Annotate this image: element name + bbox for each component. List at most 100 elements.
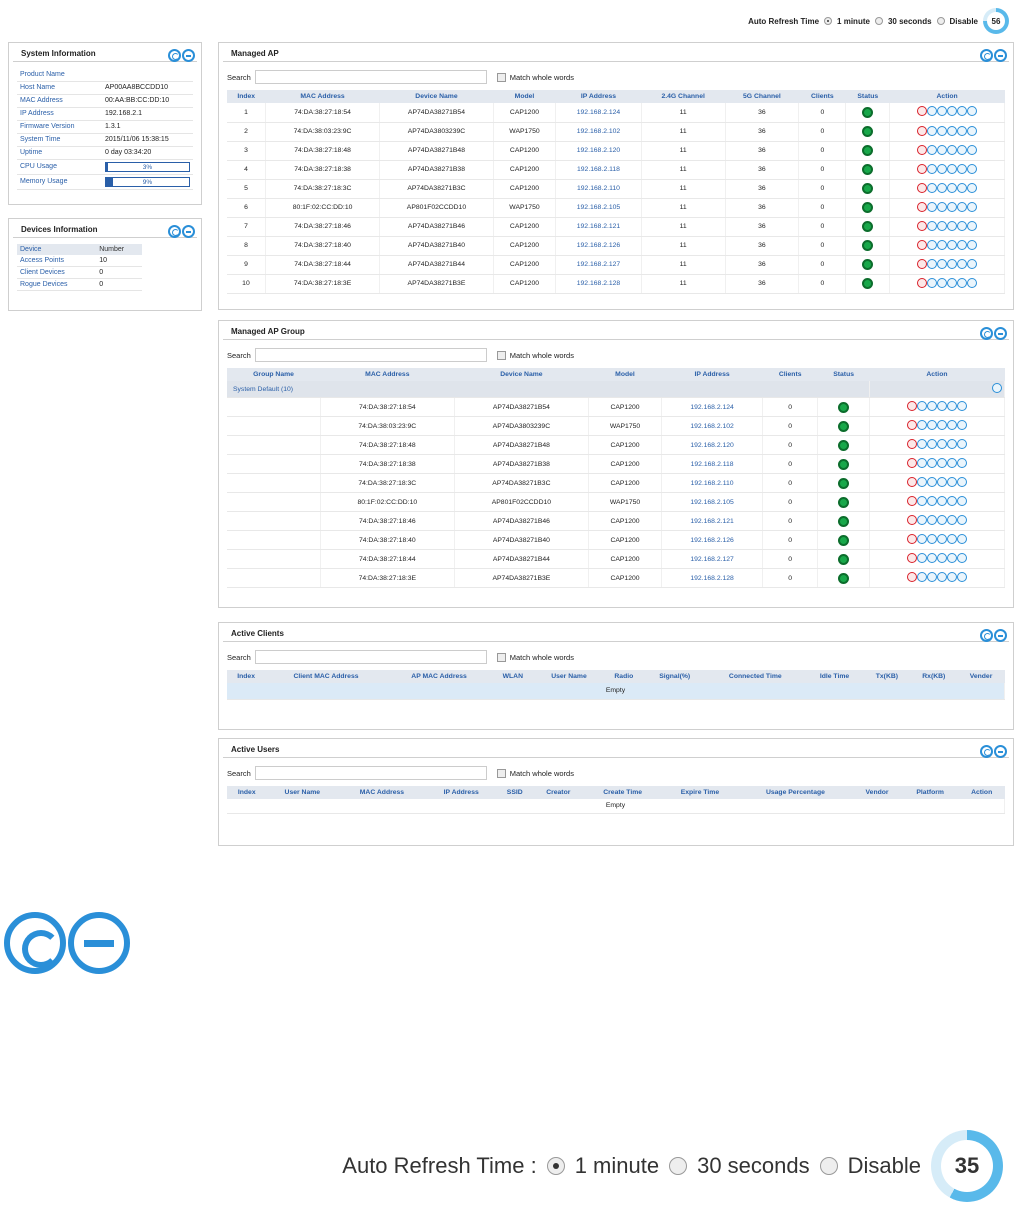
column-header[interactable]: Vendor xyxy=(852,786,902,799)
reboot-icon[interactable] xyxy=(947,258,958,269)
config-icon[interactable] xyxy=(937,239,948,250)
delete-icon[interactable] xyxy=(906,401,917,411)
config-icon[interactable] xyxy=(937,163,948,174)
ip-address-link[interactable]: 192.168.2.128 xyxy=(661,568,763,588)
config-icon[interactable] xyxy=(937,182,948,193)
delete-icon[interactable] xyxy=(906,458,917,468)
column-header[interactable]: IP Address xyxy=(661,368,763,381)
refresh-1min-radio[interactable] xyxy=(546,1157,565,1175)
search-input[interactable] xyxy=(254,766,487,780)
upgrade-icon[interactable] xyxy=(956,496,967,506)
table-row[interactable]: 74:DA:38:03:23:9C AP74DA3803239C WAP1750 19… xyxy=(227,416,1006,436)
delete-icon[interactable] xyxy=(906,534,917,544)
column-header[interactable]: Client MAC Address xyxy=(265,670,387,683)
column-header[interactable]: Index xyxy=(227,90,266,103)
locate-icon[interactable] xyxy=(957,239,968,250)
group-name[interactable]: System Default (10) xyxy=(227,381,870,398)
refresh-icon[interactable] xyxy=(168,49,181,62)
config-icon[interactable] xyxy=(926,439,937,449)
refresh-30s-radio[interactable] xyxy=(874,17,883,25)
config-icon[interactable] xyxy=(937,201,948,212)
delete-icon[interactable] xyxy=(917,125,928,136)
refresh-disable-radio[interactable] xyxy=(819,1157,838,1175)
locate-icon[interactable] xyxy=(957,125,968,136)
upgrade-icon[interactable] xyxy=(967,125,978,136)
edit-icon[interactable] xyxy=(927,106,938,117)
column-header[interactable]: MAC Address xyxy=(320,368,455,381)
edit-icon[interactable] xyxy=(916,420,927,430)
minimize-icon[interactable] xyxy=(994,629,1007,642)
edit-icon[interactable] xyxy=(927,220,938,231)
locate-icon[interactable] xyxy=(946,553,957,563)
reboot-icon[interactable] xyxy=(947,277,958,288)
column-header[interactable]: Vender xyxy=(957,670,1005,683)
upgrade-icon[interactable] xyxy=(956,439,967,449)
column-header[interactable]: Device Name xyxy=(454,368,589,381)
search-input[interactable] xyxy=(254,348,487,362)
locate-icon[interactable] xyxy=(946,477,957,487)
delete-icon[interactable] xyxy=(917,220,928,231)
upgrade-icon[interactable] xyxy=(956,458,967,468)
delete-icon[interactable] xyxy=(917,201,928,212)
ip-address-link[interactable]: 192.168.2.124 xyxy=(555,103,642,123)
upgrade-icon[interactable] xyxy=(967,144,978,155)
column-header[interactable]: Action xyxy=(889,90,1005,103)
column-header[interactable]: WLAN xyxy=(491,670,535,683)
config-icon[interactable] xyxy=(926,496,937,506)
column-header[interactable]: Index xyxy=(227,670,266,683)
refresh-icon[interactable] xyxy=(4,912,66,974)
ip-address-link[interactable]: 192.168.2.126 xyxy=(555,236,642,256)
config-icon[interactable] xyxy=(937,277,948,288)
edit-icon[interactable] xyxy=(927,182,938,193)
table-row[interactable]: 1 74:DA:38:27:18:54 AP74DA38271B54 CAP1200 1… xyxy=(227,103,1005,123)
reboot-icon[interactable] xyxy=(947,163,958,174)
edit-icon[interactable] xyxy=(916,401,927,411)
ip-address-link[interactable]: 192.168.2.126 xyxy=(661,530,763,550)
locate-icon[interactable] xyxy=(957,106,968,117)
reboot-icon[interactable] xyxy=(947,220,958,231)
column-header[interactable]: Clients xyxy=(798,90,846,103)
locate-icon[interactable] xyxy=(957,258,968,269)
edit-icon[interactable] xyxy=(916,439,927,449)
locate-icon[interactable] xyxy=(946,572,957,582)
upgrade-icon[interactable] xyxy=(967,201,978,212)
delete-icon[interactable] xyxy=(906,553,917,563)
edit-icon[interactable] xyxy=(916,534,927,544)
upgrade-icon[interactable] xyxy=(967,182,978,193)
refresh-icon[interactable] xyxy=(980,745,993,758)
config-icon[interactable] xyxy=(926,401,937,411)
column-header[interactable]: User Name xyxy=(266,786,339,799)
refresh-1min-radio[interactable] xyxy=(824,17,833,25)
upgrade-icon[interactable] xyxy=(967,163,978,174)
column-header[interactable]: SSID xyxy=(496,786,533,799)
reboot-icon[interactable] xyxy=(936,572,947,582)
ip-address-link[interactable]: 192.168.2.120 xyxy=(555,141,642,161)
table-row[interactable]: 3 74:DA:38:27:18:48 AP74DA38271B48 CAP1200 1… xyxy=(227,141,1005,161)
config-icon[interactable] xyxy=(937,144,948,155)
column-header[interactable]: 2.4G Channel xyxy=(641,90,726,103)
upgrade-icon[interactable] xyxy=(967,277,978,288)
column-header[interactable]: Tx(KB) xyxy=(863,670,910,683)
ip-address-link[interactable]: 192.168.2.127 xyxy=(661,549,763,569)
refresh-icon[interactable] xyxy=(980,327,993,340)
locate-icon[interactable] xyxy=(957,201,968,212)
delete-icon[interactable] xyxy=(917,163,928,174)
column-header[interactable]: Model xyxy=(588,368,662,381)
column-header[interactable]: Index xyxy=(227,786,267,799)
locate-icon[interactable] xyxy=(957,163,968,174)
table-row[interactable]: 9 74:DA:38:27:18:44 AP74DA38271B44 CAP1200 1… xyxy=(227,255,1005,275)
reboot-icon[interactable] xyxy=(936,420,947,430)
table-row[interactable]: 74:DA:38:27:18:3C AP74DA38271B3C CAP1200 19… xyxy=(227,473,1006,493)
reboot-icon[interactable] xyxy=(936,458,947,468)
ip-address-link[interactable]: 192.168.2.105 xyxy=(555,198,642,218)
upgrade-icon[interactable] xyxy=(956,401,967,411)
delete-icon[interactable] xyxy=(906,439,917,449)
locate-icon[interactable] xyxy=(946,458,957,468)
config-icon[interactable] xyxy=(926,420,937,430)
table-row[interactable]: 74:DA:38:27:18:46 AP74DA38271B46 CAP1200 19… xyxy=(227,511,1006,531)
ip-address-link[interactable]: 192.168.2.102 xyxy=(555,122,642,142)
ip-address-link[interactable]: 192.168.2.121 xyxy=(661,511,763,531)
match-whole-words-checkbox[interactable] xyxy=(496,350,506,360)
delete-icon[interactable] xyxy=(917,239,928,250)
edit-icon[interactable] xyxy=(927,125,938,136)
